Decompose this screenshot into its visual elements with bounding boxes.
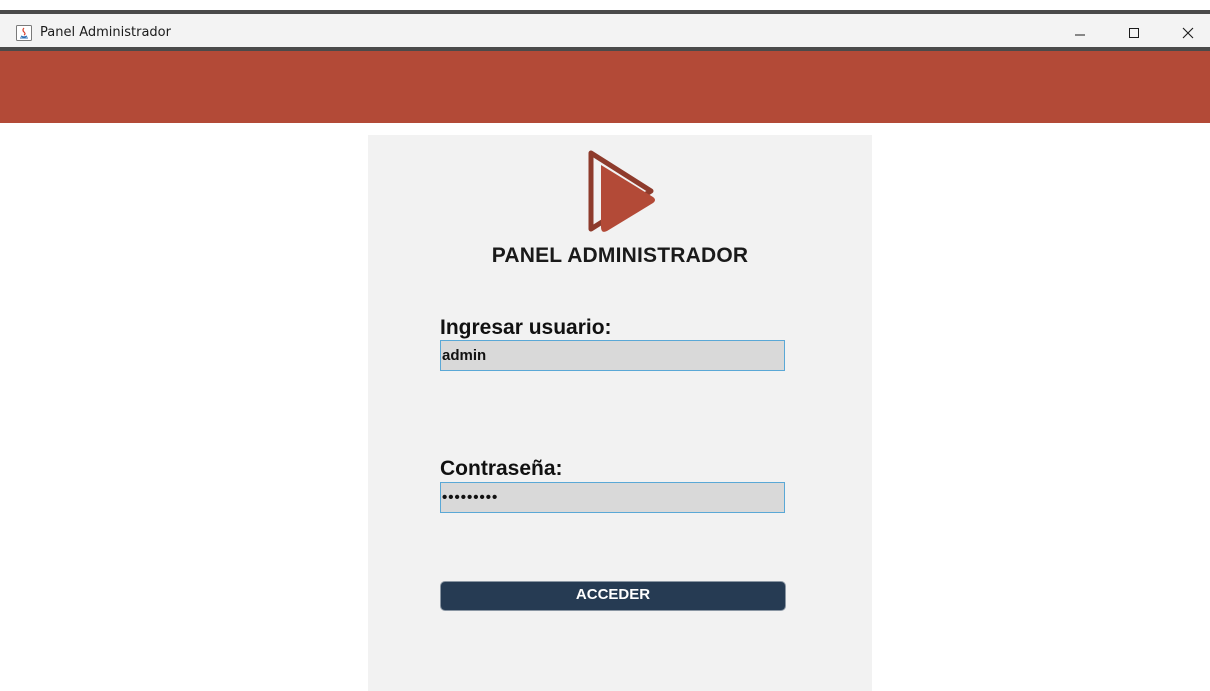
minimize-button[interactable] bbox=[1054, 14, 1106, 51]
page-title: PANEL ADMINISTRADOR bbox=[491, 244, 749, 267]
java-app-icon bbox=[16, 25, 32, 41]
title-bar-border bbox=[0, 10, 1210, 14]
app-window: Panel Administrador PANEL ADMINISTRADOR … bbox=[0, 0, 1210, 691]
close-button[interactable] bbox=[1162, 14, 1210, 51]
minimize-icon bbox=[1075, 34, 1085, 35]
username-label: Ingresar usuario: bbox=[440, 316, 612, 339]
acceder-button[interactable]: ACCEDER bbox=[440, 581, 786, 611]
password-input[interactable] bbox=[440, 482, 785, 513]
username-input[interactable] bbox=[440, 340, 785, 371]
close-icon bbox=[1182, 27, 1194, 38]
maximize-icon bbox=[1129, 27, 1139, 38]
play-logo-icon bbox=[588, 150, 655, 232]
maximize-button[interactable] bbox=[1108, 14, 1160, 51]
login-card: PANEL ADMINISTRADOR Ingresar usuario: Co… bbox=[368, 135, 872, 691]
password-label: Contraseña: bbox=[440, 457, 563, 480]
title-bar[interactable] bbox=[0, 14, 1210, 51]
window-title: Panel Administrador bbox=[40, 25, 171, 40]
header-banner bbox=[0, 51, 1210, 123]
